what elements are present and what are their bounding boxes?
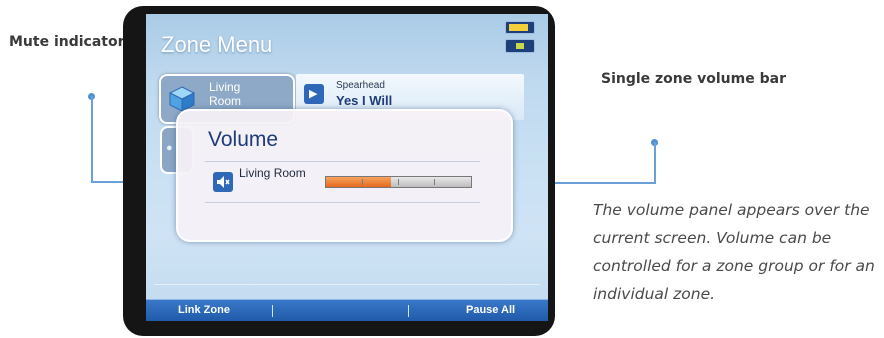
softkey-separator xyxy=(408,305,409,317)
signal-bars xyxy=(516,43,524,49)
softkey-separator xyxy=(272,305,273,317)
volume-tick xyxy=(398,179,399,185)
now-playing-artist: Spearhead xyxy=(336,80,385,91)
volume-leader-vertical xyxy=(654,142,656,184)
mute-indicator-callout: Mute indicator xyxy=(9,34,125,50)
battery-level xyxy=(509,24,528,31)
device-screen: Zone Menu Living Room ● ▶ Spearhead Yes … xyxy=(146,14,548,321)
volume-panel-title: Volume xyxy=(208,128,279,151)
pause-all-button[interactable]: Pause All xyxy=(466,304,515,316)
zone-tile-partial-icon: ● xyxy=(166,142,173,154)
link-zone-button[interactable]: Link Zone xyxy=(178,304,230,316)
zone-tile-label: Living Room xyxy=(209,80,242,108)
volume-panel: Volume Living Room xyxy=(176,109,513,242)
volume-fill xyxy=(326,177,392,187)
zone-volume-row: Living Room xyxy=(205,161,480,203)
volume-tick xyxy=(434,179,435,185)
speaker-muted-icon[interactable] xyxy=(213,172,233,192)
caption-text: The volume panel appears over the curren… xyxy=(593,201,875,303)
screen-title: Zone Menu xyxy=(161,32,273,57)
volume-zone-label: Living Room xyxy=(239,166,306,180)
divider xyxy=(154,284,540,285)
signal-icon xyxy=(505,39,535,53)
play-icon[interactable]: ▶ xyxy=(304,84,324,104)
volume-bar-callout: Single zone volume bar xyxy=(601,71,786,87)
volume-slider[interactable] xyxy=(325,176,472,188)
softkey-bar: Link Zone Pause All xyxy=(146,299,548,321)
battery-icon xyxy=(505,21,535,34)
now-playing-track: Yes I Will xyxy=(336,93,393,108)
volume-tick xyxy=(362,179,363,185)
mute-leader-vertical xyxy=(91,96,93,183)
